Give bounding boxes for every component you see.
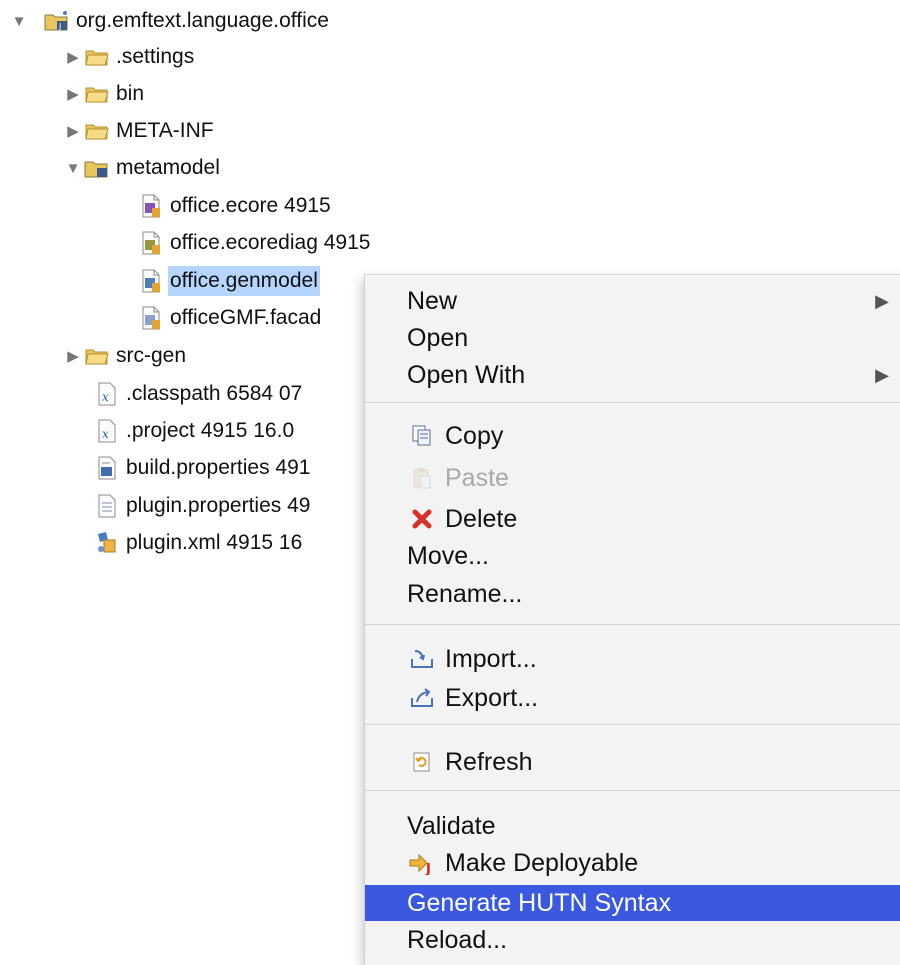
submenu-arrow-icon: ▶ bbox=[875, 290, 889, 311]
copy-icon bbox=[407, 421, 437, 451]
tree-item[interactable]: build.properties 491 bbox=[94, 451, 312, 485]
tree-item-label: src-gen bbox=[116, 344, 187, 367]
tree-item-label: plugin.properties 49 bbox=[126, 494, 311, 517]
tree-item-label: officeGMF.facad bbox=[170, 306, 322, 329]
folder-icon bbox=[84, 343, 110, 369]
menu-item-label: Copy bbox=[445, 421, 504, 450]
plugin-xml-icon bbox=[94, 530, 120, 556]
menu-separator bbox=[365, 790, 900, 791]
menu-item-delete[interactable]: Delete bbox=[365, 501, 900, 537]
svg-text:x: x bbox=[102, 390, 109, 404]
properties-file-icon bbox=[94, 455, 120, 481]
menu-separator bbox=[365, 624, 900, 625]
tree-item[interactable]: x .project 4915 16.0 bbox=[94, 414, 296, 448]
tree-item[interactable]: office.ecore 4915 bbox=[138, 189, 333, 223]
menu-item-label: Make Deployable bbox=[445, 848, 639, 877]
project-icon: J bbox=[44, 8, 70, 34]
menu-item-export[interactable]: Export... bbox=[365, 680, 900, 716]
svg-text:J: J bbox=[58, 22, 61, 31]
menu-item-label: Open bbox=[407, 323, 469, 352]
tree-item[interactable]: ▶ bin bbox=[62, 77, 146, 111]
folder-icon bbox=[84, 81, 110, 107]
menu-item-label: Delete bbox=[445, 504, 518, 533]
expand-triangle-down-icon[interactable]: ▼ bbox=[8, 4, 30, 38]
source-folder-icon bbox=[84, 155, 110, 181]
menu-item-label: Open With bbox=[407, 360, 526, 389]
file-icon bbox=[138, 305, 164, 331]
menu-item-generate-hutn-syntax[interactable]: Generate HUTN Syntax bbox=[365, 885, 900, 921]
tree-item-label: plugin.xml 4915 16 bbox=[126, 531, 303, 554]
tree-item[interactable]: ▼ metamodel bbox=[62, 151, 222, 185]
menu-item-open[interactable]: Open bbox=[365, 320, 900, 356]
menu-item-copy[interactable]: Copy bbox=[365, 418, 900, 454]
menu-item-move[interactable]: Move... bbox=[365, 538, 900, 574]
menu-item-label: Validate bbox=[407, 811, 496, 840]
menu-item-new[interactable]: New ▶ bbox=[365, 283, 900, 319]
menu-item-make-deployable[interactable]: J Make Deployable bbox=[365, 845, 900, 881]
menu-item-label: Refresh bbox=[445, 747, 533, 776]
folder-icon bbox=[84, 118, 110, 144]
menu-item-rename[interactable]: Rename... bbox=[365, 576, 900, 612]
menu-item-label: Paste bbox=[445, 463, 509, 492]
tree-item-label: build.properties 491 bbox=[126, 456, 311, 479]
export-icon bbox=[407, 683, 437, 713]
tree-item-label: bin bbox=[116, 82, 145, 105]
tree-item-label: metamodel bbox=[116, 156, 220, 179]
tree-item[interactable]: ▶ META-INF bbox=[62, 114, 216, 148]
menu-item-label: Generate HUTN Syntax bbox=[407, 888, 671, 917]
tree-item-label: META-INF bbox=[116, 119, 214, 142]
tree-item-label: office.ecore 4915 bbox=[170, 194, 331, 217]
tree-item-label: .classpath 6584 07 bbox=[126, 382, 303, 405]
paste-icon bbox=[407, 463, 437, 493]
menu-item-label: Move... bbox=[407, 541, 489, 570]
ecorediag-file-icon bbox=[138, 230, 164, 256]
expand-triangle-right-icon[interactable]: ▶ bbox=[62, 77, 84, 111]
menu-item-open-with[interactable]: Open With ▶ bbox=[365, 357, 900, 393]
tree-item[interactable]: plugin.xml 4915 16 bbox=[94, 526, 304, 560]
menu-item-validate[interactable]: Validate bbox=[365, 808, 900, 844]
tree-item[interactable]: ▶ .settings bbox=[62, 40, 196, 74]
folder-icon bbox=[84, 44, 110, 70]
tree-item[interactable]: plugin.properties 49 bbox=[94, 489, 312, 523]
tree-item-label: .settings bbox=[116, 45, 195, 68]
xml-file-icon: x bbox=[94, 381, 120, 407]
delete-icon bbox=[407, 504, 437, 534]
menu-item-label: Export... bbox=[445, 683, 539, 712]
tree-item[interactable]: officeGMF.facad bbox=[138, 301, 323, 335]
menu-item-import[interactable]: Import... bbox=[365, 641, 900, 677]
menu-item-paste[interactable]: Paste bbox=[365, 460, 900, 496]
xml-file-icon: x bbox=[94, 418, 120, 444]
tree-root[interactable]: ▼ Jorg.emftext.language.office bbox=[8, 4, 331, 38]
import-icon bbox=[407, 644, 437, 674]
ecore-file-icon bbox=[138, 193, 164, 219]
tree-item[interactable]: office.ecorediag 4915 bbox=[138, 226, 372, 260]
genmodel-file-icon bbox=[138, 268, 164, 294]
expand-triangle-right-icon[interactable]: ▶ bbox=[62, 40, 84, 74]
expand-triangle-right-icon[interactable]: ▶ bbox=[62, 114, 84, 148]
submenu-arrow-icon: ▶ bbox=[875, 364, 889, 385]
context-menu: New ▶ Open Open With ▶ Copy Paste Delete Move...… bbox=[364, 274, 900, 965]
menu-item-label: Rename... bbox=[407, 579, 523, 608]
expand-triangle-right-icon[interactable]: ▶ bbox=[62, 339, 84, 373]
refresh-icon bbox=[407, 747, 437, 777]
tree-item[interactable]: x .classpath 6584 07 bbox=[94, 377, 304, 411]
menu-item-label: Import... bbox=[445, 644, 537, 673]
svg-text:x: x bbox=[102, 427, 109, 441]
tree-item[interactable]: ▶ src-gen bbox=[62, 339, 188, 373]
tree-item-label: office.genmodel bbox=[168, 266, 320, 296]
menu-separator bbox=[365, 724, 900, 725]
menu-item-refresh[interactable]: Refresh bbox=[365, 744, 900, 780]
tree-item-label: .project 4915 16.0 bbox=[126, 419, 295, 442]
tree-item-label: office.ecorediag 4915 bbox=[170, 231, 371, 254]
text-file-icon bbox=[94, 493, 120, 519]
tree-item-label: org.emftext.language.office bbox=[76, 9, 329, 32]
tree-item[interactable]: office.genmodel bbox=[138, 264, 320, 298]
deploy-icon: J bbox=[407, 848, 437, 878]
expand-triangle-down-icon[interactable]: ▼ bbox=[62, 151, 84, 185]
menu-item-label: New bbox=[407, 286, 458, 315]
menu-separator bbox=[365, 402, 900, 403]
svg-text:J: J bbox=[425, 862, 431, 875]
menu-item-label: Reload... bbox=[407, 925, 508, 954]
